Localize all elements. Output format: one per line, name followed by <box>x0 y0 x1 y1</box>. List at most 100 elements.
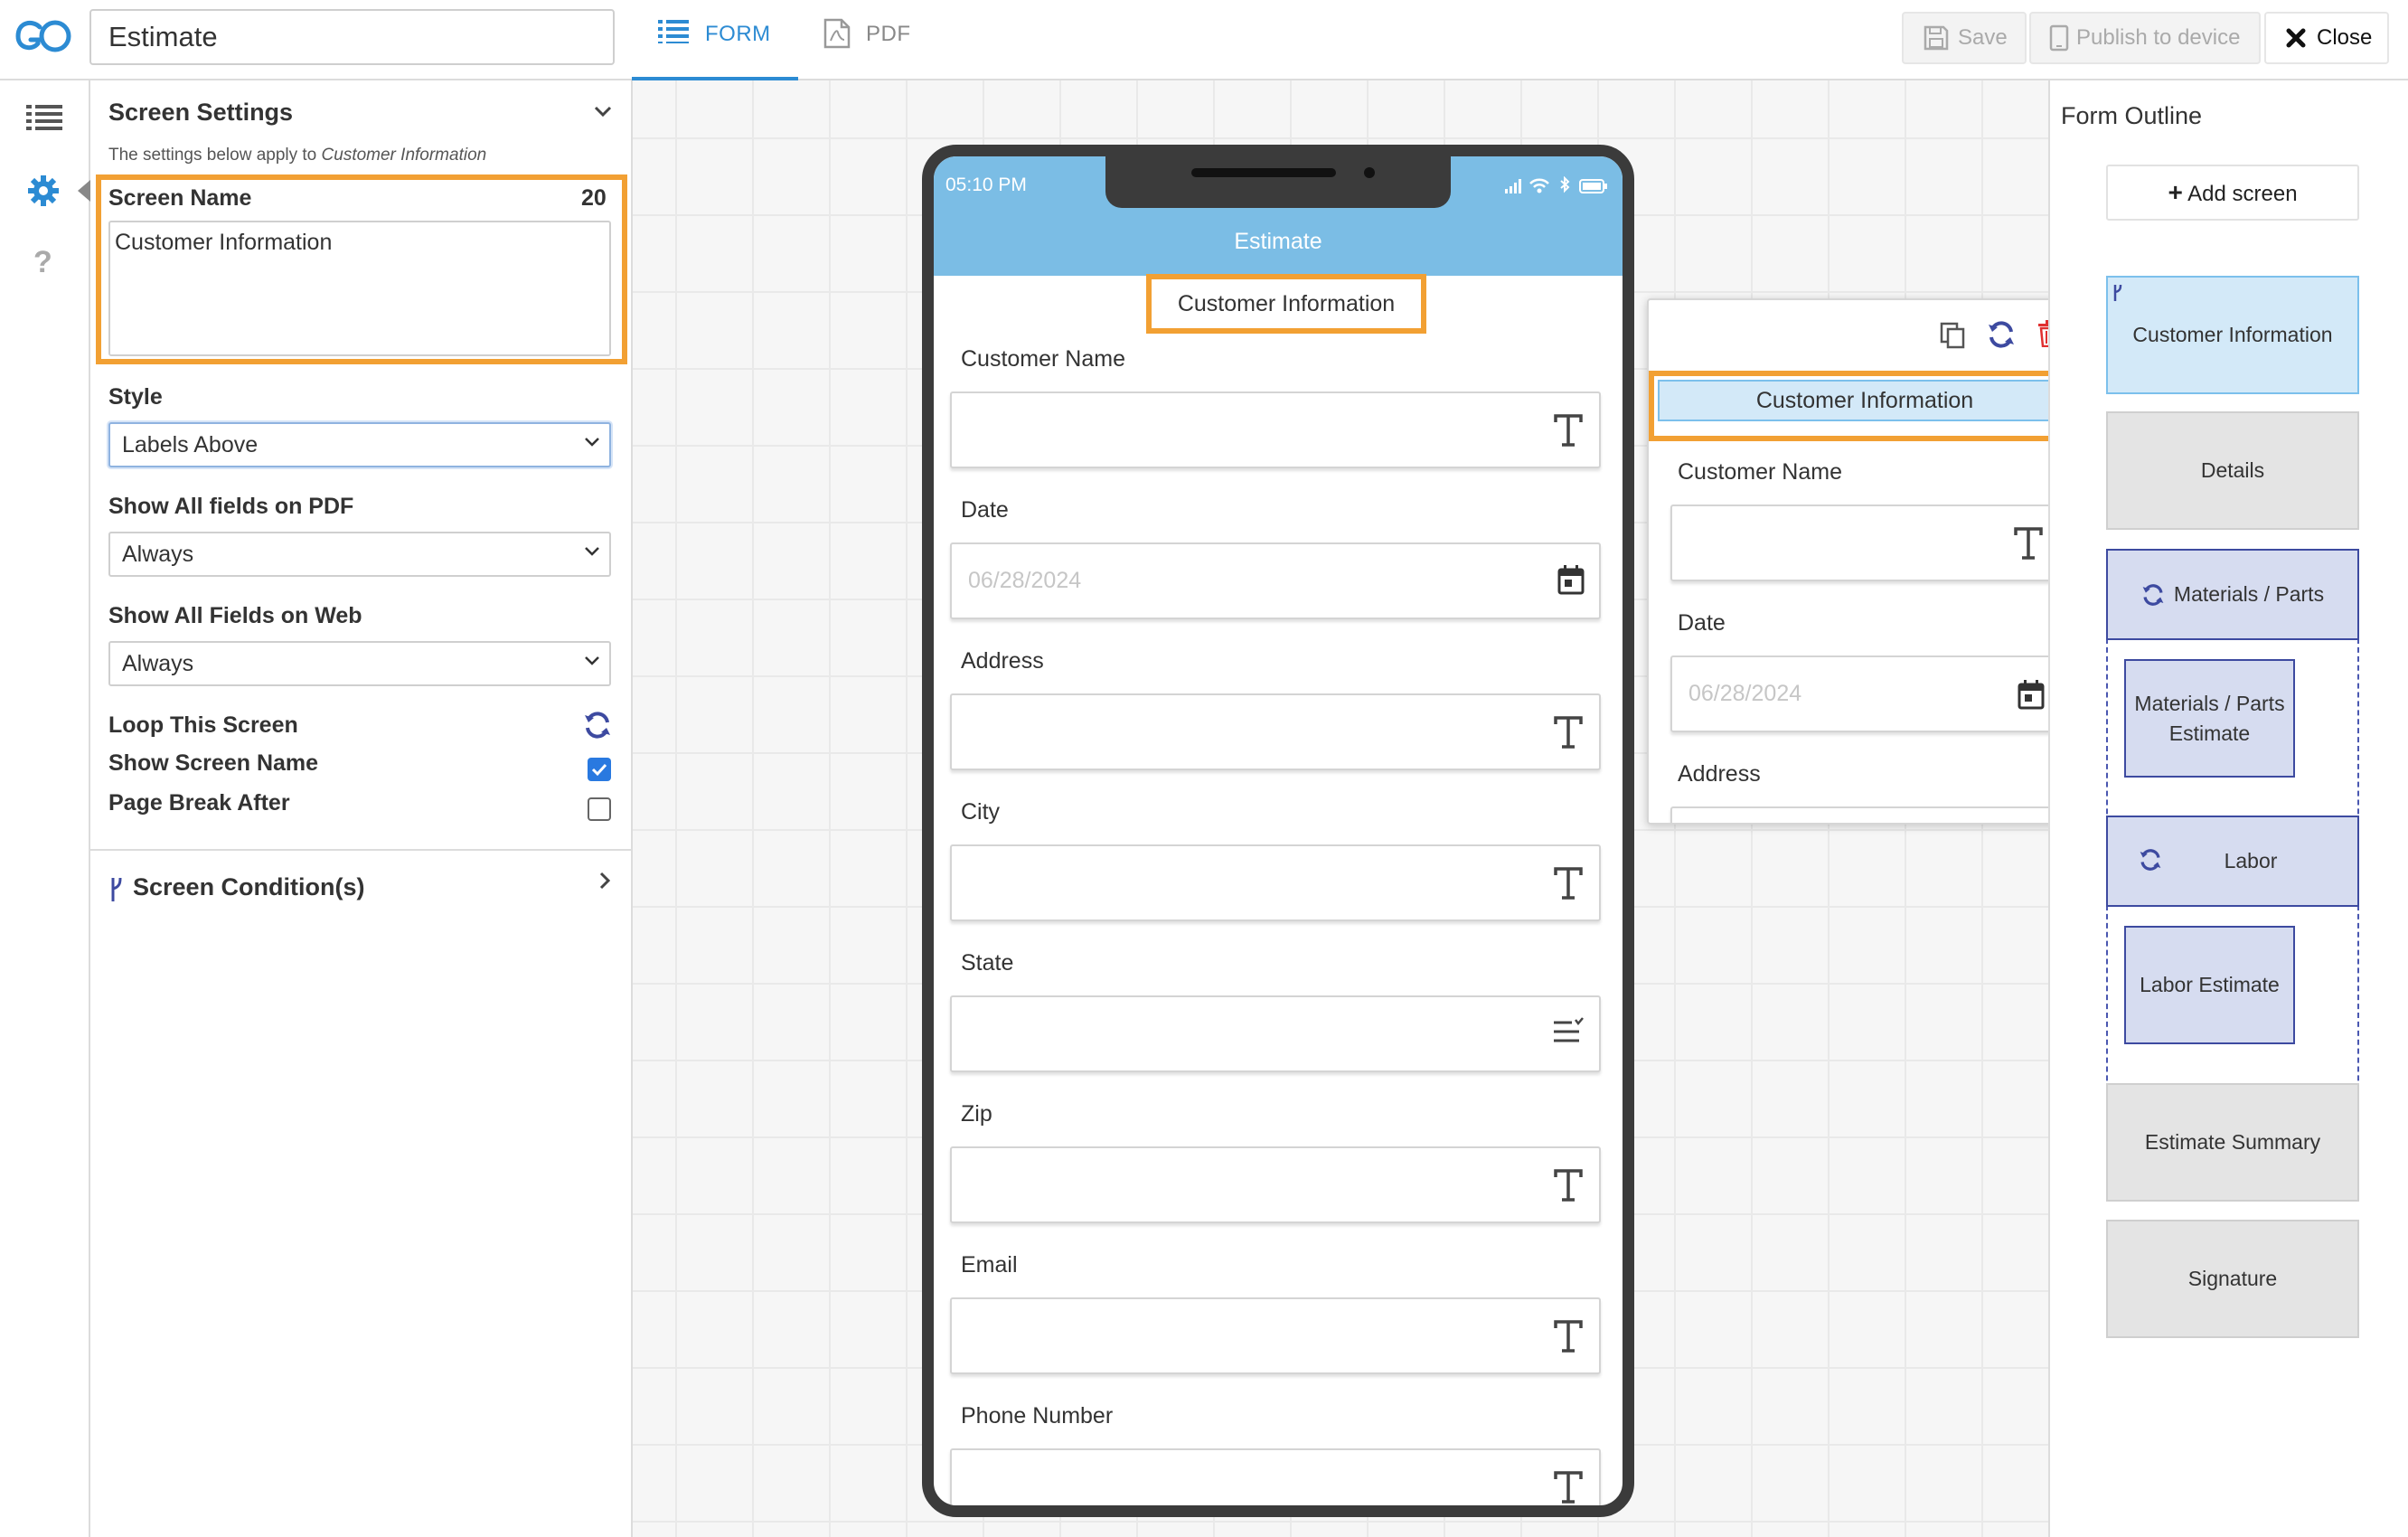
outline-screen-labor[interactable]: Labor <box>2106 816 2359 907</box>
pdf-value: Always <box>122 542 194 567</box>
outline-screen-materials-parts-estimate[interactable]: Materials / Parts Estimate <box>2124 659 2295 778</box>
app-logo[interactable] <box>13 14 76 65</box>
branch-icon <box>2112 283 2124 303</box>
style-label: Style <box>108 384 163 410</box>
text-icon <box>2012 526 2045 561</box>
phone-field-input[interactable] <box>950 1448 1601 1505</box>
plus-icon: + <box>2168 178 2183 206</box>
text-icon <box>1552 1319 1585 1353</box>
close-button[interactable]: Close <box>2264 12 2389 64</box>
character-count: 20 <box>581 185 607 211</box>
outline-screen-materials-parts[interactable]: Materials / Parts <box>2106 549 2359 640</box>
screen-preview-popup: Customer Information Customer Name Date … <box>1647 298 2081 825</box>
phone-app-title: Estimate <box>1234 229 1322 254</box>
phone-time: 05:10 PM <box>945 174 1027 195</box>
screen-label: Labor Estimate <box>2140 973 2280 996</box>
text-icon <box>1552 715 1585 750</box>
popup-field-input: 06/28/2024 <box>1670 655 2061 732</box>
phone-field-label: City <box>961 799 1001 825</box>
popup-field-label: Customer Name <box>1678 459 1842 485</box>
show-screen-name-label: Show Screen Name <box>108 750 319 776</box>
screen-label: Labor <box>2224 849 2278 872</box>
publish-label: Publish to device <box>2076 25 2241 50</box>
outline-list-icon[interactable] <box>26 103 62 132</box>
style-value: Labels Above <box>122 432 259 457</box>
phone-screen-name: Customer Information <box>1177 291 1396 316</box>
chevron-down-icon <box>584 437 600 448</box>
phone-field-input[interactable] <box>950 844 1601 921</box>
chevron-down-icon <box>584 546 600 557</box>
tab-pdf[interactable]: PDF <box>809 0 936 80</box>
field-placeholder: 06/28/2024 <box>968 568 1082 593</box>
close-icon <box>2286 28 2306 48</box>
text-icon <box>1552 1470 1585 1504</box>
camera <box>1364 167 1375 178</box>
page-break-checkbox[interactable] <box>588 797 611 821</box>
page-break-label: Page Break After <box>108 790 290 816</box>
chevron-right-icon[interactable] <box>599 872 610 890</box>
popup-field-label: Date <box>1678 610 1726 636</box>
close-label: Close <box>2317 25 2373 50</box>
active-pointer-icon <box>78 180 90 202</box>
phone-field-label: Zip <box>961 1101 992 1127</box>
popup-screen-name: Customer Information <box>1658 380 2072 421</box>
save-label: Save <box>1958 25 2008 50</box>
tab-form[interactable]: FORM <box>632 0 798 82</box>
outline-screen-labor-estimate[interactable]: Labor Estimate <box>2124 926 2295 1044</box>
chevron-down-icon[interactable] <box>594 106 612 118</box>
pdf-select[interactable]: Always <box>108 532 611 577</box>
phone-field-input[interactable]: 06/28/2024 <box>950 542 1601 619</box>
phone-field-input[interactable] <box>950 995 1601 1072</box>
popup-field-label: Address <box>1678 761 1761 787</box>
web-select[interactable]: Always <box>108 641 611 686</box>
calendar-icon <box>2018 679 2045 710</box>
settings-title: Screen Settings <box>108 99 294 126</box>
screen-settings-panel: Screen Settings The settings below apply… <box>90 80 633 1537</box>
outline-screen-customer-information[interactable]: Customer Information <box>2106 276 2359 394</box>
phone-field-input[interactable] <box>950 1297 1601 1374</box>
show-screen-name-checkbox[interactable] <box>588 758 611 781</box>
loop-icon <box>2141 583 2165 607</box>
phone-field-label: Customer Name <box>961 346 1125 372</box>
add-screen-button[interactable]: + Add screen <box>2106 165 2359 221</box>
copy-icon[interactable] <box>1940 322 1965 349</box>
outline-screen-signature[interactable]: Signature <box>2106 1220 2359 1338</box>
form-outline-panel: Form Outline + Add screen Customer Infor… <box>2048 80 2408 1537</box>
popup-field-input <box>1670 806 2061 823</box>
save-button[interactable]: Save <box>1902 12 2027 64</box>
phone-field-input[interactable] <box>950 1146 1601 1223</box>
style-select[interactable]: Labels Above <box>108 422 611 467</box>
text-icon <box>1552 1168 1585 1202</box>
phone-field-label: Email <box>961 1252 1018 1278</box>
top-bar: Estimate FORM PDF Save Publish to device… <box>0 0 2408 82</box>
loop-icon <box>2139 848 2162 872</box>
popup-field-input <box>1670 504 2061 581</box>
phone-field-input[interactable] <box>950 391 1601 468</box>
phone-field-input[interactable] <box>950 693 1601 770</box>
branch-icon <box>108 876 124 903</box>
save-icon <box>1924 25 1949 51</box>
form-title-input[interactable]: Estimate <box>89 9 615 65</box>
screen-label: Signature <box>2187 1267 2278 1290</box>
subtitle-prefix: The settings below apply to <box>108 146 322 165</box>
loop-icon[interactable] <box>1987 320 2016 349</box>
gear-icon[interactable] <box>27 174 60 207</box>
publish-to-device-button[interactable]: Publish to device <box>2029 12 2261 64</box>
screen-conditions-label[interactable]: Screen Condition(s) <box>133 873 365 901</box>
screen-name-textarea[interactable]: Customer Information <box>108 221 611 356</box>
add-screen-label: Add screen <box>2187 182 2298 206</box>
phone-field-label: Phone Number <box>961 1403 1114 1429</box>
outline-title: Form Outline <box>2061 102 2203 129</box>
outline-screen-details[interactable]: Details <box>2106 411 2359 530</box>
chevron-down-icon <box>584 655 600 666</box>
text-icon <box>1552 866 1585 901</box>
outline-screen-estimate-summary[interactable]: Estimate Summary <box>2106 1083 2359 1202</box>
web-label: Show All Fields on Web <box>108 603 362 628</box>
status-icons <box>1503 176 1612 196</box>
pdf-label: Show All fields on PDF <box>108 494 354 519</box>
list-icon <box>658 18 689 43</box>
subtitle-screen-name: Customer Information <box>321 146 487 165</box>
phone-preview: 05:10 PM Estimate Customer Information C… <box>922 145 1634 1517</box>
loop-icon[interactable] <box>583 711 612 740</box>
help-icon[interactable]: ? <box>33 245 52 280</box>
